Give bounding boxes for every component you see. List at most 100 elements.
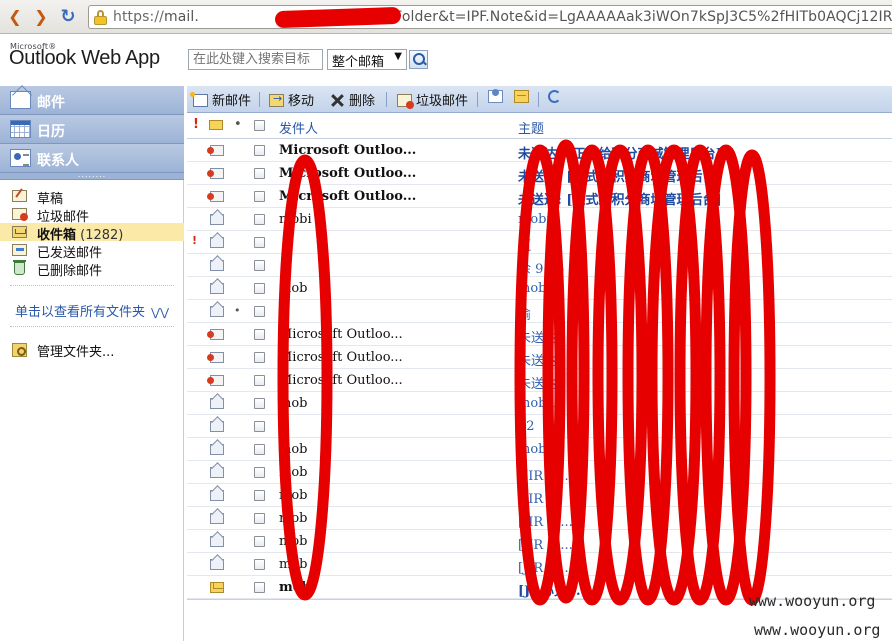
manage-folders-link[interactable]: 管理文件夹... xyxy=(37,341,114,360)
folder-junk[interactable]: 垃圾邮件 xyxy=(0,205,184,225)
message-row[interactable]: ! 赢 xyxy=(187,231,892,254)
row-checkbox[interactable] xyxy=(254,513,265,524)
mark-read-button[interactable] xyxy=(488,89,507,109)
row-checkbox[interactable] xyxy=(254,582,265,593)
column-header-subject[interactable]: 主题 xyxy=(518,118,544,137)
message-row[interactable]: mob [JIR 中... xyxy=(187,461,892,484)
row-checkbox[interactable] xyxy=(254,421,265,432)
nav-resize-grip[interactable]: ........ xyxy=(0,171,184,180)
message-row[interactable]: mob mobil xyxy=(187,438,892,461)
folder-inbox[interactable]: 收件箱 (1282) xyxy=(0,223,184,243)
nav-tile-contacts[interactable]: 联系人 xyxy=(0,144,184,173)
reload-icon[interactable]: ↻ xyxy=(57,6,79,28)
row-checkbox[interactable] xyxy=(254,306,265,317)
message-row[interactable]: mob [JIR 改 xyxy=(187,484,892,507)
message-subject[interactable]: mobil xyxy=(518,396,892,411)
message-subject[interactable]: 偷 xyxy=(518,304,892,323)
row-checkbox[interactable] xyxy=(254,168,265,179)
row-checkbox[interactable] xyxy=(254,145,265,156)
importance-column-icon[interactable]: ! xyxy=(193,117,199,132)
mark-unread-button[interactable] xyxy=(514,90,533,109)
message-row[interactable]: Microsoft Outloo... 未送达 xyxy=(187,346,892,369)
dropdown-arrow-icon: ▼ xyxy=(394,51,402,62)
show-all-folders-link[interactable]: 单击以查看所有文件夹 ⋁⋁ xyxy=(15,301,169,320)
message-row[interactable]: Microsoft Outloo... 未送达 xyxy=(187,323,892,346)
read-envelope-icon xyxy=(210,214,224,225)
select-all-checkbox[interactable] xyxy=(254,120,265,131)
message-row[interactable]: Microsoft Outloo... 未送达: [正式给积分商城管理后台] xyxy=(187,139,892,162)
message-subject[interactable]: 未送达: [正式给积分商城管理后台] xyxy=(518,143,892,162)
message-row[interactable]: Microsoft Outloo... 未送达: [正式给积分商城管理后台] xyxy=(187,162,892,185)
row-checkbox[interactable] xyxy=(254,191,265,202)
message-subject[interactable]: [JIR 改 xyxy=(518,488,892,507)
message-subject[interactable]: 赢 xyxy=(518,235,892,254)
refresh-button[interactable] xyxy=(548,90,565,109)
row-checkbox[interactable] xyxy=(254,329,265,340)
owa-header: Microsoft® Outlook Web App 整个邮箱▼ xyxy=(0,34,892,86)
message-subject[interactable]: 未送达 xyxy=(518,373,892,392)
message-subject[interactable]: mobil xyxy=(518,281,892,296)
message-subject[interactable]: 未送达: [正式给积分商城管理后台] xyxy=(518,166,892,185)
contacts-icon xyxy=(10,149,31,167)
row-checkbox[interactable] xyxy=(254,375,265,386)
row-checkbox[interactable] xyxy=(254,237,265,248)
row-checkbox[interactable] xyxy=(254,536,265,547)
message-row[interactable]: mob mobil xyxy=(187,277,892,300)
toolbar-separator xyxy=(386,92,387,107)
delete-button[interactable]: 删除 xyxy=(330,90,375,109)
envelope-column-icon[interactable] xyxy=(209,120,223,130)
message-subject[interactable]: 未送达 xyxy=(518,327,892,346)
calendar-icon xyxy=(10,120,31,138)
row-checkbox[interactable] xyxy=(254,559,265,570)
message-row[interactable]: Microsoft Outloo... 未送达 xyxy=(187,369,892,392)
row-checkbox[interactable] xyxy=(254,260,265,271)
search-icon[interactable] xyxy=(409,50,428,69)
message-row[interactable]: • 偷 xyxy=(187,300,892,323)
row-checkbox[interactable] xyxy=(254,214,265,225)
message-subject[interactable]: [JIR 首... xyxy=(518,557,892,576)
paperclip-column-icon[interactable]: • xyxy=(234,117,242,132)
read-envelope-icon xyxy=(210,421,224,432)
row-checkbox[interactable] xyxy=(254,444,265,455)
mark-unread-icon xyxy=(514,90,529,103)
message-row[interactable]: mobi mobi xyxy=(187,208,892,231)
message-subject[interactable]: [JIR 中... xyxy=(518,465,892,484)
message-subject[interactable]: 未送达 xyxy=(518,350,892,369)
manage-folders-icon xyxy=(12,343,27,357)
folder-deleted[interactable]: 已删除邮件 xyxy=(0,259,184,279)
row-checkbox[interactable] xyxy=(254,398,265,409)
forward-arrow-icon[interactable]: ❯ xyxy=(30,6,52,28)
message-subject[interactable]: mobi xyxy=(518,212,892,227)
nav-tile-calendar[interactable]: 日历 xyxy=(0,115,184,144)
folder-sent[interactable]: 已发送邮件 xyxy=(0,241,184,261)
importance-icon: ! xyxy=(192,234,198,247)
read-envelope-icon xyxy=(210,237,224,248)
folder-drafts[interactable]: 草稿 xyxy=(0,187,184,207)
message-row[interactable]: mob [JIR 中... xyxy=(187,530,892,553)
message-subject[interactable]: 42 xyxy=(518,419,892,434)
message-row[interactable]: Microsoft Outloo... 未送达: [正式给积分商城管理后台] xyxy=(187,185,892,208)
new-mail-button[interactable]: 新邮件 xyxy=(190,90,251,109)
message-row[interactable]: 42 xyxy=(187,415,892,438)
back-arrow-icon[interactable]: ❮ xyxy=(4,6,26,28)
row-checkbox[interactable] xyxy=(254,283,265,294)
row-checkbox[interactable] xyxy=(254,467,265,478)
message-subject[interactable]: 余 9:36 xyxy=(518,258,892,277)
search-scope-select[interactable]: 整个邮箱 ▼ xyxy=(327,49,407,70)
junk-button[interactable]: 垃圾邮件 xyxy=(397,90,468,109)
message-subject[interactable]: [JIR 中... xyxy=(518,534,892,553)
message-subject[interactable]: [JIR 心... xyxy=(518,511,892,530)
nav-tile-mail[interactable]: 邮件 xyxy=(0,86,184,115)
search-input[interactable] xyxy=(188,49,323,70)
message-row[interactable]: mob [JIR 心... xyxy=(187,507,892,530)
row-checkbox[interactable] xyxy=(254,490,265,501)
column-header-from[interactable]: 发件人 xyxy=(279,118,318,137)
address-bar[interactable]: https://mail./owa/?ae=Folder&t=IPF.Note&… xyxy=(88,5,892,29)
message-row[interactable]: 余 9:36 xyxy=(187,254,892,277)
message-row[interactable]: mob mobil xyxy=(187,392,892,415)
move-button[interactable]: 移动 xyxy=(269,90,314,109)
message-row[interactable]: mob [JIR 首... xyxy=(187,553,892,576)
message-subject[interactable]: 未送达: [正式给积分商城管理后台] xyxy=(518,189,892,208)
message-subject[interactable]: mobil xyxy=(518,442,892,457)
row-checkbox[interactable] xyxy=(254,352,265,363)
